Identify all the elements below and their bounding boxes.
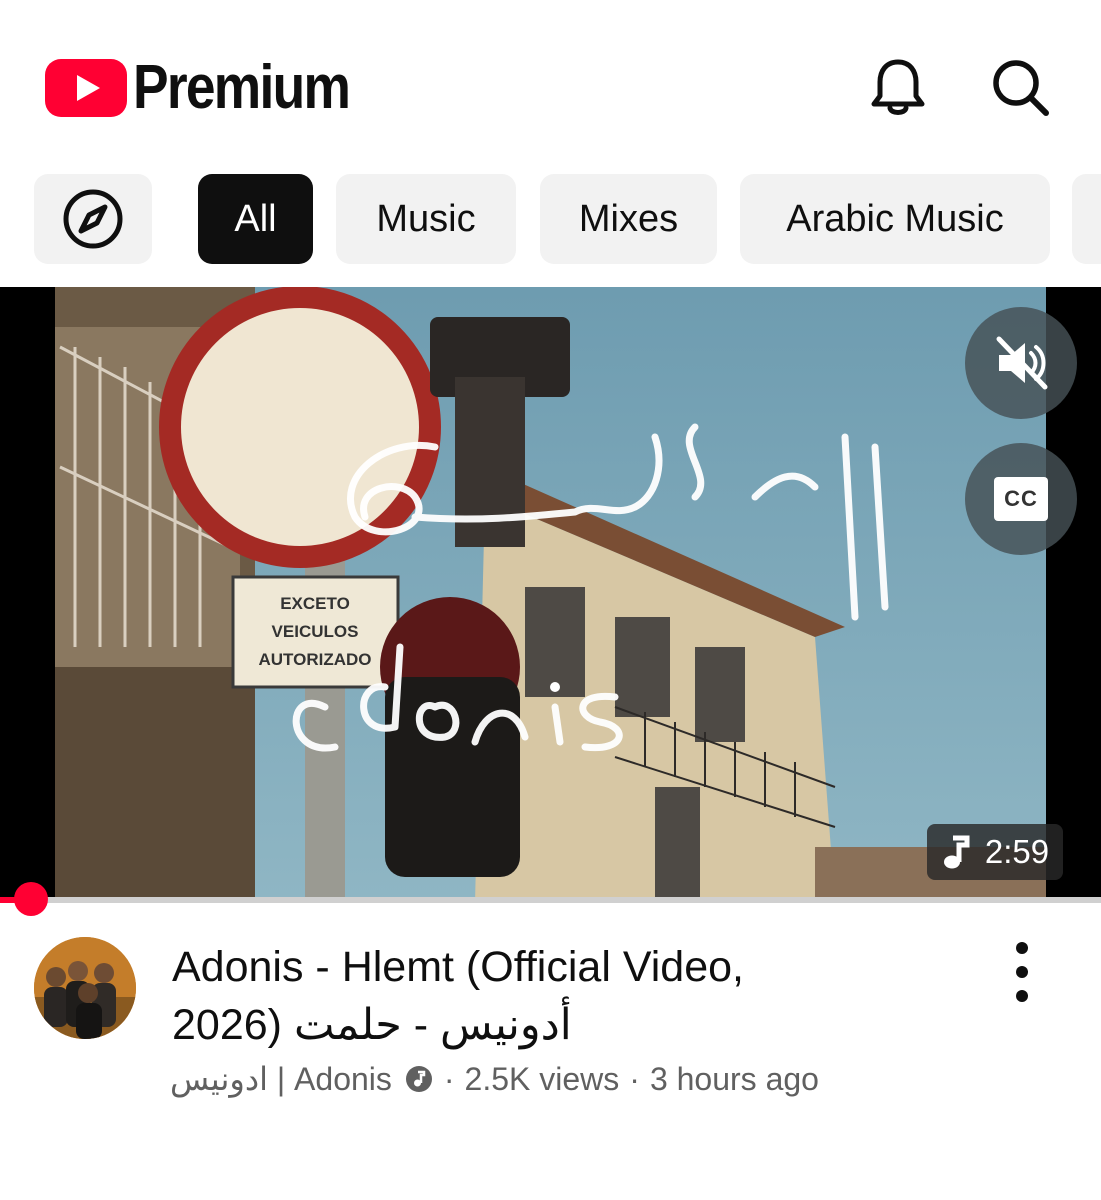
video-title-line-1: Adonis - Hlemt (Official Video, — [172, 943, 744, 991]
video-title[interactable]: Adonis - Hlemt (Official Video, 2026) أد… — [172, 938, 872, 1054]
music-verified-icon — [405, 1066, 432, 1092]
cc-label: CC — [1004, 486, 1038, 511]
sign-line-3: AUTORIZADO — [258, 650, 371, 669]
mute-button[interactable] — [965, 307, 1077, 419]
filter-chip-bar: All Music Mixes Arabic Music — [0, 174, 1101, 266]
video-frame-scene: EXCETO VEICULOS AUTORIZADO — [55, 287, 1046, 903]
more-options-button[interactable] — [994, 942, 1050, 1002]
channel-avatar[interactable] — [34, 937, 136, 1039]
compass-icon — [63, 189, 123, 249]
video-title-line-2: 2026) أدونيس - حلمت — [172, 1001, 572, 1049]
top-app-bar: Premium — [0, 0, 1101, 160]
more-dot — [1016, 942, 1028, 954]
youtube-premium-logo[interactable]: Premium — [45, 57, 384, 119]
sign-line-1: EXCETO — [280, 594, 350, 613]
bell-icon — [871, 59, 925, 115]
more-dot — [1016, 990, 1028, 1002]
chip-music[interactable]: Music — [336, 174, 516, 264]
sign-line-2: VEICULOS — [272, 622, 359, 641]
progress-scrubber[interactable] — [14, 882, 48, 916]
search-button[interactable] — [988, 55, 1052, 119]
volume-off-icon — [996, 336, 1048, 390]
separator-dot: · — [443, 1060, 455, 1097]
chip-next-partial[interactable] — [1072, 174, 1101, 264]
music-note-icon — [943, 835, 970, 869]
avatar-image — [34, 937, 136, 1039]
chip-all[interactable]: All — [198, 174, 313, 264]
video-player[interactable]: EXCETO VEICULOS AUTORIZADO CC — [0, 287, 1101, 903]
captions-button[interactable]: CC — [965, 443, 1077, 555]
chip-mixes[interactable]: Mixes — [540, 174, 717, 264]
youtube-logo-icon — [45, 59, 127, 117]
upload-age: 3 hours ago — [649, 1060, 819, 1097]
separator-dot: · — [629, 1060, 640, 1097]
explore-button[interactable] — [34, 174, 152, 264]
channel-name[interactable]: ادونيس | Adonis — [170, 1060, 392, 1098]
duration-text: 2:59 — [984, 833, 1050, 870]
chip-arabic-music[interactable]: Arabic Music — [740, 174, 1050, 264]
more-dot — [1016, 966, 1028, 978]
progress-bar[interactable] — [0, 897, 1101, 903]
video-metadata: ادونيس | Adonis · 2.5K views · 3 hours a… — [170, 1060, 819, 1098]
notifications-button[interactable] — [866, 55, 930, 119]
video-thumbnail: EXCETO VEICULOS AUTORIZADO — [55, 287, 1046, 903]
search-icon — [993, 60, 1049, 116]
cc-icon: CC — [994, 477, 1048, 521]
view-count: 2.5K views — [464, 1060, 620, 1097]
duration-badge: 2:59 — [927, 824, 1063, 880]
brand-name: Premium — [133, 53, 351, 122]
